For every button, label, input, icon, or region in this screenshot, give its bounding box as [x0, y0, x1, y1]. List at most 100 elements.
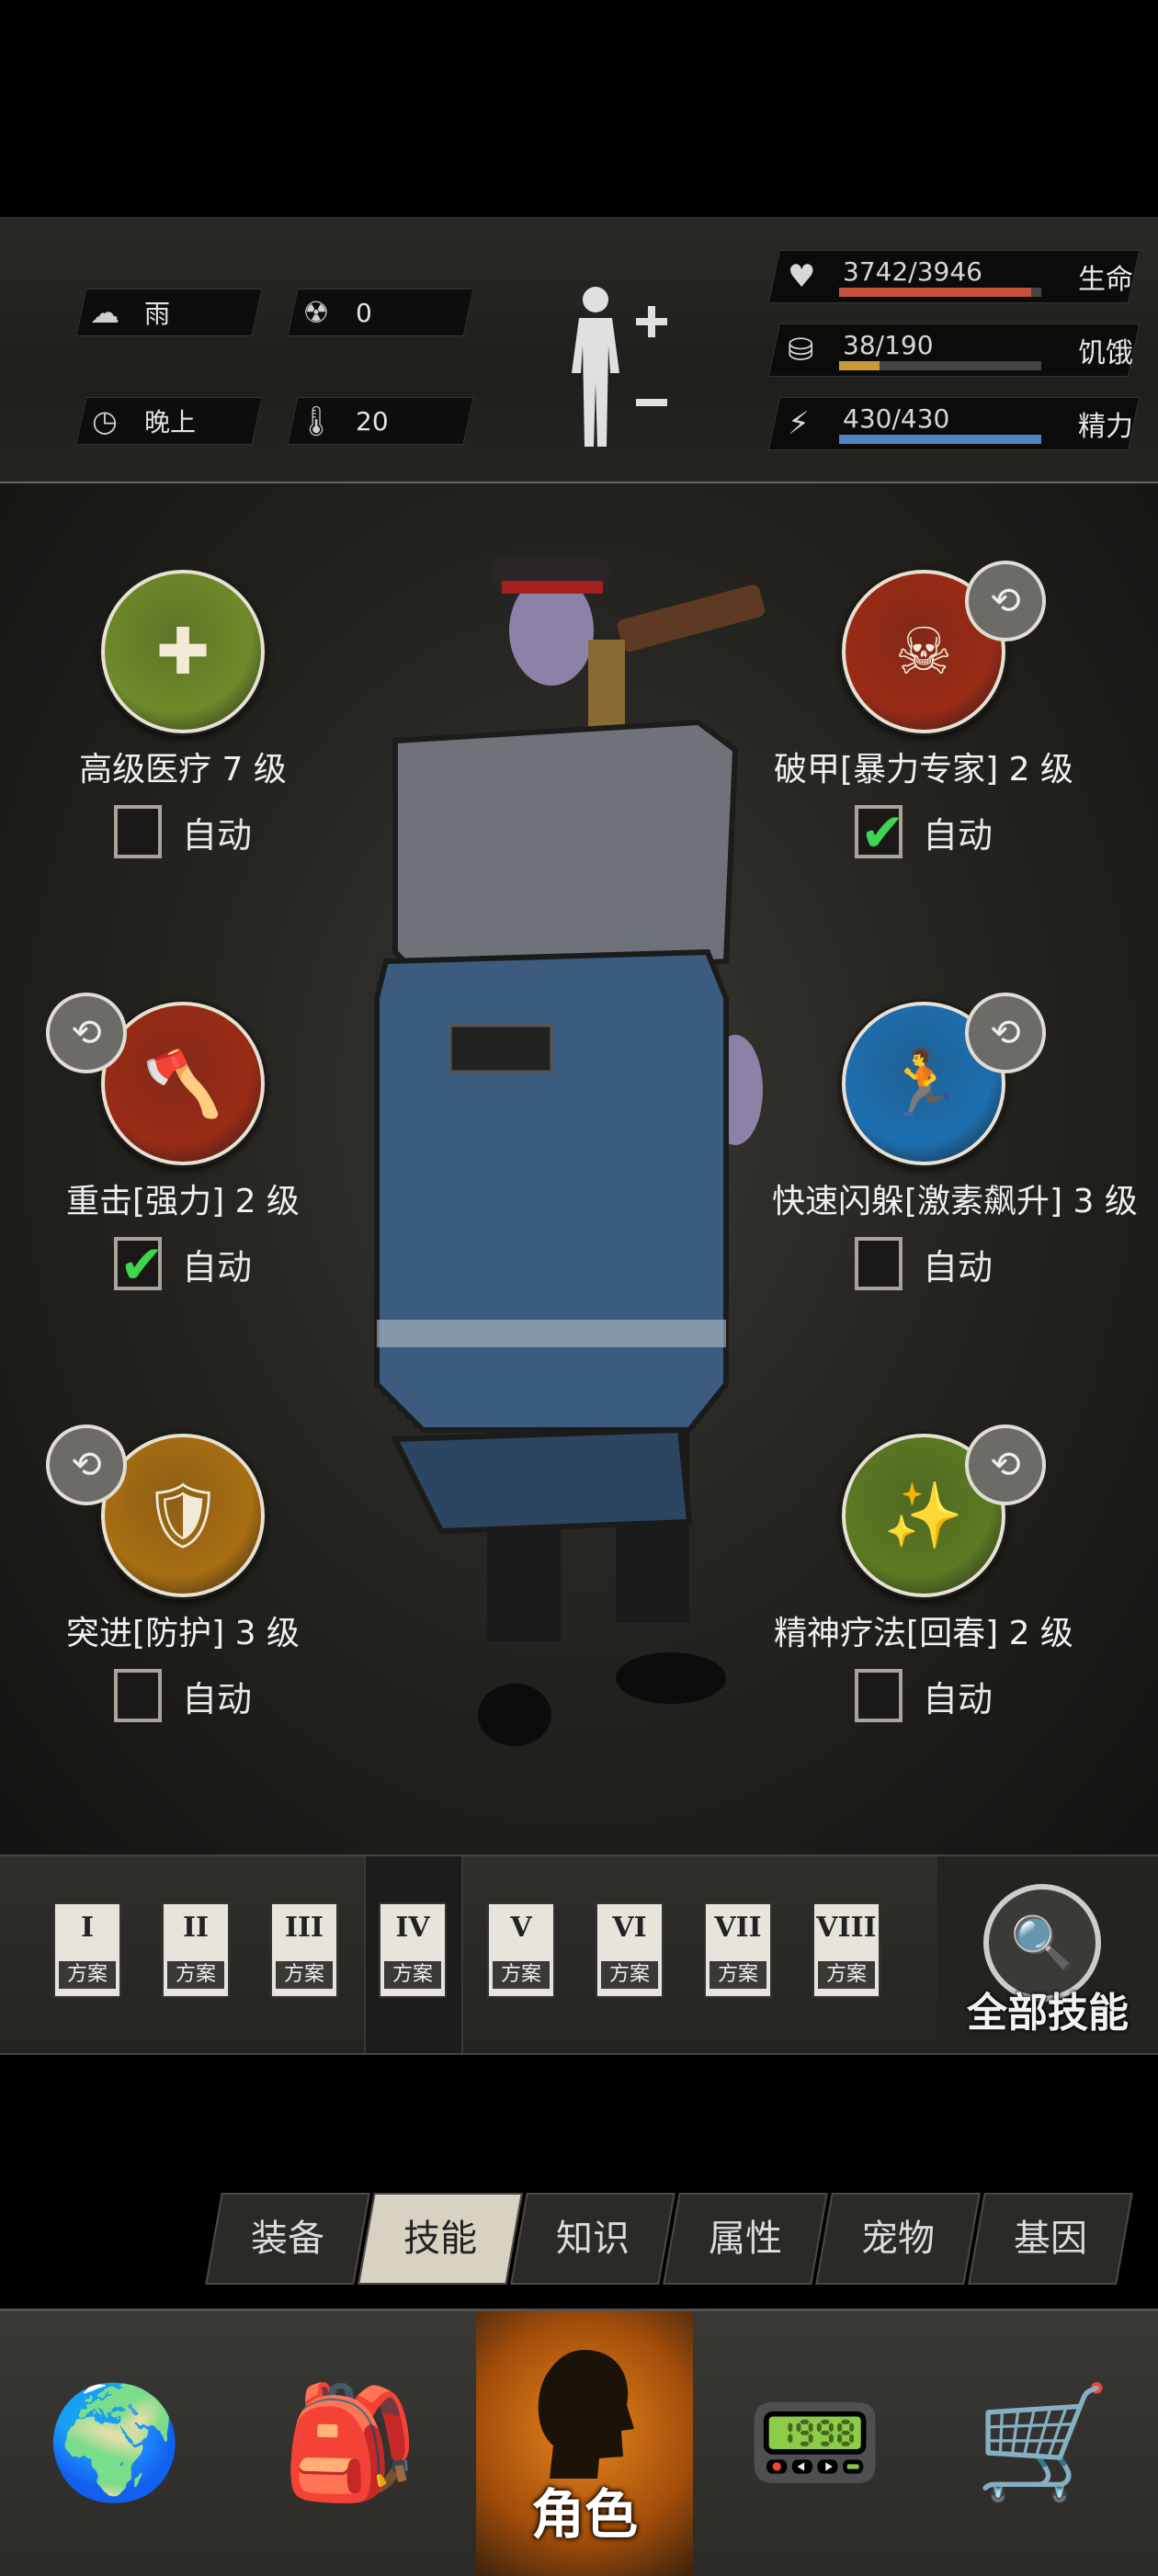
globe-icon: 🌍: [46, 2379, 184, 2507]
auto-toggle[interactable]: 自动: [772, 1669, 1075, 1722]
plan-number: II: [182, 1912, 210, 1944]
plan-number: V: [510, 1912, 532, 1944]
backpack-icon: 🎒: [281, 2379, 419, 2507]
nav-map[interactable]: 🌍: [0, 2311, 230, 2576]
auto-checkbox[interactable]: ✔: [854, 801, 905, 864]
plan-sheet-icon: V 方案: [487, 1902, 555, 1998]
plan-number: III: [284, 1912, 324, 1944]
plan-label: 方案: [710, 1961, 766, 1989]
plan-sheet-icon: I 方案: [53, 1902, 121, 1998]
swap-icon[interactable]: ⟲: [965, 993, 1046, 1073]
heart-rate-icon: ♥: [788, 258, 816, 295]
plan-number: IV: [395, 1912, 430, 1944]
vital-2: ⚡ 430/430 精力: [767, 397, 1141, 450]
tab-5[interactable]: 基因: [968, 2193, 1133, 2285]
tab-3[interactable]: 属性: [663, 2193, 828, 2285]
auto-checkbox[interactable]: [113, 805, 162, 858]
auto-toggle[interactable]: 自动: [31, 1669, 335, 1722]
tab-4[interactable]: 宠物: [815, 2193, 981, 2285]
auto-checkbox[interactable]: ✔: [113, 1233, 165, 1296]
plan-number: VIII: [816, 1912, 877, 1944]
skill-right-2[interactable]: ✨ ⟲ 精神疗法[回春] 2 级自动: [772, 1424, 1075, 1722]
vital-bar: [839, 361, 1041, 370]
vital-1: ⛁ 38/190 饥饿: [767, 323, 1141, 377]
tab-2[interactable]: 知识: [510, 2193, 676, 2285]
auto-checkbox[interactable]: [854, 1237, 903, 1290]
rain-cloud-icon: ☁: [90, 295, 119, 330]
auto-checkbox[interactable]: [113, 1669, 162, 1722]
tab-label: 知识: [556, 2218, 630, 2260]
radiation-icon: ☢: [302, 295, 330, 330]
tab-0[interactable]: 装备: [205, 2193, 370, 2285]
plan-label: 方案: [167, 1961, 224, 1989]
skill-left-1[interactable]: 🪓 ⟲ 重击[强力] 2 级 ✔ 自动: [31, 993, 335, 1296]
skill-label: 快速闪躲[激素飙升] 3 级: [772, 1183, 1138, 1220]
body-status-button[interactable]: [561, 281, 671, 456]
nav-shop[interactable]: 🛒: [928, 2311, 1158, 2576]
plan-button-6[interactable]: VI 方案: [596, 1902, 664, 2003]
medical-kit-icon: ✚: [155, 614, 210, 689]
skill-right-0[interactable]: ☠ ⟲ 破甲[暴力专家] 2 级 ✔ 自动: [772, 561, 1075, 864]
plan-button-8[interactable]: VIII 方案: [812, 1902, 880, 2003]
swap-icon[interactable]: ⟲: [965, 561, 1046, 641]
plan-button-1[interactable]: I 方案: [53, 1902, 121, 2003]
auto-toggle[interactable]: ✔ 自动: [31, 1233, 335, 1296]
clock-icon: ◷: [92, 403, 118, 438]
plan-button-7[interactable]: VII 方案: [704, 1902, 772, 2003]
status-panel: ☁ 雨 ☢ 0 ◷ 晚上 🌡 20 ♥ 3742/3946 生命 ⛁ 38/190 饥饿 ⚡…: [0, 217, 1158, 484]
plan-sheet-icon: II 方案: [162, 1902, 230, 1998]
vital-0: ♥ 3742/3946 生命: [767, 250, 1141, 303]
plan-label: 方案: [601, 1961, 658, 1989]
auto-label: 自动: [181, 1678, 252, 1719]
plan-number: VII: [714, 1912, 762, 1944]
energy-head-icon: ⚡: [788, 405, 810, 442]
skill-right-1[interactable]: 🏃 ⟲ 快速闪躲[激素飙升] 3 级自动: [772, 993, 1138, 1290]
thermometer-icon: 🌡: [297, 403, 335, 438]
vital-name: 生命: [1078, 264, 1133, 296]
head-silhouette-icon: [538, 2350, 634, 2479]
nav-radio[interactable]: 📟: [700, 2311, 930, 2576]
plan-number: VI: [612, 1912, 647, 1944]
swap-icon[interactable]: ⟲: [46, 1424, 127, 1505]
walkie-talkie-icon: 📟: [746, 2379, 884, 2507]
plan-button-2[interactable]: II 方案: [162, 1902, 230, 2003]
radiation-value: 0: [356, 297, 372, 328]
nav-character[interactable]: 角色: [476, 2311, 693, 2576]
character-illustration: [374, 557, 766, 1746]
skill-label: 突进[防护] 3 级: [66, 1615, 300, 1652]
all-skills-label: 全部技能: [967, 1990, 1129, 2037]
radiation-chip: ☢ 0: [287, 289, 474, 336]
nav-backpack[interactable]: 🎒: [235, 2311, 465, 2576]
auto-label: 自动: [181, 1246, 252, 1288]
temperature-chip: 🌡 20: [287, 397, 474, 445]
vital-name: 饥饿: [1078, 337, 1133, 369]
weather-value: 雨: [144, 299, 171, 329]
auto-checkbox[interactable]: [854, 1669, 903, 1722]
skill-left-0[interactable]: ✚ 高级医疗 7 级自动: [31, 570, 335, 858]
swap-icon[interactable]: ⟲: [965, 1424, 1046, 1505]
plan-button-3[interactable]: III 方案: [270, 1902, 338, 2003]
all-skills-button[interactable]: 🔍 全部技能: [937, 1856, 1158, 2053]
plan-sheet-icon: III 方案: [270, 1902, 338, 1998]
swap-icon[interactable]: ⟲: [46, 993, 127, 1073]
vital-bar: [839, 435, 1041, 444]
skill-label: 高级医疗 7 级: [79, 751, 287, 789]
auto-toggle[interactable]: ✔ 自动: [772, 801, 1075, 864]
auto-toggle[interactable]: 自动: [772, 1237, 1075, 1290]
skill-label: 重击[强力] 2 级: [66, 1183, 300, 1220]
tab-label: 技能: [403, 2218, 477, 2260]
plan-number: I: [80, 1912, 95, 1944]
skill-label: 精神疗法[回春] 2 级: [774, 1615, 1073, 1652]
plan-label: 方案: [818, 1961, 875, 1989]
vital-value: 3742/3946: [843, 256, 982, 287]
plan-bar: I 方案 II 方案 III 方案 IV 方案 V 方案 VI 方案 VII 方案 VIII 方案 🔍 全部技…: [0, 1855, 1158, 2055]
plan-button-5[interactable]: V 方案: [487, 1902, 555, 2003]
skill-icon[interactable]: ✚: [101, 570, 265, 733]
plan-button-4[interactable]: IV 方案: [379, 1902, 447, 2003]
plan-sheet-icon: VI 方案: [596, 1902, 664, 1998]
skill-left-2[interactable]: 🛡 ⟲ 突进[防护] 3 级自动: [31, 1424, 335, 1722]
skill-label: 破甲[暴力专家] 2 级: [774, 751, 1073, 789]
plan-sheet-icon: IV 方案: [379, 1902, 447, 1998]
auto-toggle[interactable]: 自动: [31, 805, 335, 858]
tab-1[interactable]: 技能: [358, 2193, 523, 2285]
